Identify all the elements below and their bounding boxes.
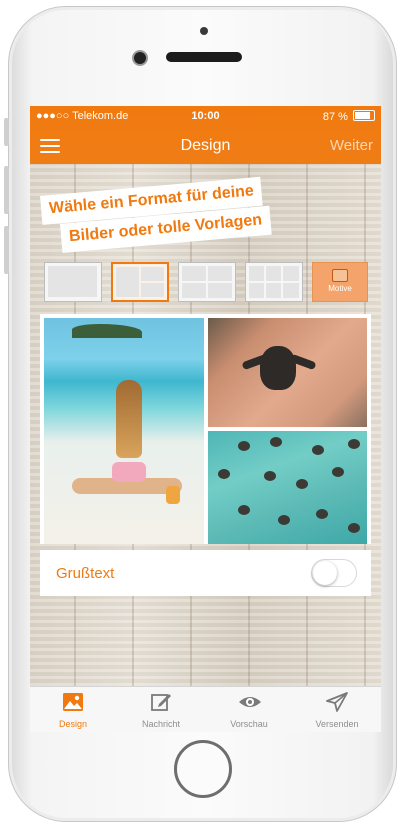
status-bar: ●●●○○ Telekom.de 10:00 87 %: [30, 106, 381, 126]
photo-turtle-hand[interactable]: [208, 318, 367, 427]
volume-up-button: [4, 166, 9, 214]
edit-icon: [151, 694, 171, 711]
tab-vorschau-label: Vorschau: [230, 719, 268, 729]
status-right: 87 %: [323, 110, 375, 123]
tab-vorschau[interactable]: Vorschau: [206, 687, 292, 732]
front-camera: [134, 52, 146, 64]
photo-collage: [40, 314, 371, 544]
sensor-dot: [200, 27, 208, 35]
tab-design-label: Design: [58, 719, 87, 729]
greeting-row: Grußtext: [40, 550, 371, 596]
image-icon: [63, 693, 83, 711]
greeting-toggle[interactable]: [311, 559, 357, 587]
format-selector: Motive: [44, 262, 370, 306]
top-bar: ●●●○○ Telekom.de 10:00 87 % Design Weite…: [30, 106, 381, 164]
format-four-grid[interactable]: [178, 262, 236, 302]
tab-bar: Design Nachricht Vorschau Versenden: [30, 686, 381, 732]
mute-switch: [4, 118, 9, 146]
format-single[interactable]: [44, 262, 102, 302]
format-three-split[interactable]: [111, 262, 169, 302]
page-title: Design: [180, 137, 231, 154]
battery-icon: [353, 110, 375, 121]
eye-icon: [239, 697, 261, 707]
navigation-bar: Design Weiter: [30, 126, 381, 164]
app-screen: ●●●○○ Telekom.de 10:00 87 % Design Weite…: [30, 106, 381, 732]
picture-icon: [332, 269, 348, 282]
motive-button[interactable]: Motive: [312, 262, 368, 302]
volume-down-button: [4, 226, 9, 274]
photo-turtles-water[interactable]: [208, 431, 367, 544]
home-button[interactable]: [174, 740, 232, 798]
photo-beach-woman[interactable]: [44, 318, 204, 544]
tab-design[interactable]: Design: [30, 687, 116, 732]
tab-nachricht-label: Nachricht: [141, 719, 180, 729]
tab-versenden-label: Versenden: [315, 719, 359, 729]
earpiece-speaker: [166, 52, 242, 62]
instruction-banner: Wähle ein Format für deine Bilder oder t…: [34, 176, 286, 253]
design-content: Wähle ein Format für deine Bilder oder t…: [30, 164, 381, 686]
greeting-label: Grußtext: [56, 565, 115, 582]
send-icon: [326, 692, 348, 712]
format-six-grid[interactable]: [245, 262, 303, 302]
tab-nachricht[interactable]: Nachricht: [118, 687, 204, 732]
next-button[interactable]: Weiter: [330, 137, 373, 154]
tab-versenden[interactable]: Versenden: [294, 687, 380, 732]
battery-percent: 87 %: [322, 111, 348, 123]
motive-label: Motive: [328, 284, 352, 293]
